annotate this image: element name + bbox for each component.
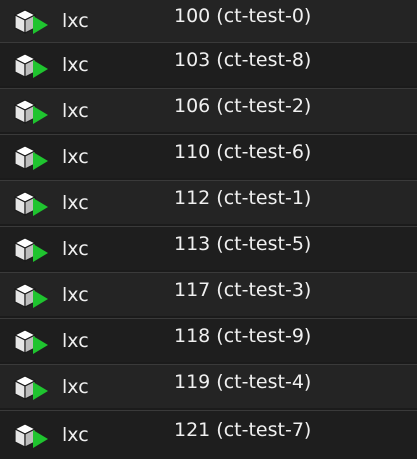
container-running-icon: [13, 9, 48, 34]
container-name: 121 (ct-test-7): [174, 419, 312, 441]
type-label: lxc: [62, 238, 89, 260]
type-label: lxc: [62, 146, 89, 168]
container-name: 112 (ct-test-1): [174, 187, 312, 209]
container-list: lxc 100 (ct-test-0) lxc 103 (ct-test-8) …: [0, 0, 417, 459]
container-row-112[interactable]: lxc 112 (ct-test-1): [0, 180, 417, 224]
container-row-100[interactable]: lxc 100 (ct-test-0): [0, 0, 417, 42]
container-name: 113 (ct-test-5): [174, 233, 312, 255]
container-running-icon: [13, 423, 48, 448]
type-label: lxc: [62, 54, 89, 76]
type-label: lxc: [62, 284, 89, 306]
container-running-icon: [13, 329, 48, 354]
container-name: 119 (ct-test-4): [174, 371, 312, 393]
container-running-icon: [13, 145, 48, 170]
container-row-118[interactable]: lxc 118 (ct-test-9): [0, 318, 417, 362]
container-name: 100 (ct-test-0): [174, 5, 312, 27]
container-row-106[interactable]: lxc 106 (ct-test-2): [0, 88, 417, 132]
type-label: lxc: [62, 424, 89, 446]
container-name: 106 (ct-test-2): [174, 95, 312, 117]
container-running-icon: [13, 375, 48, 400]
container-running-icon: [13, 191, 48, 216]
container-name: 118 (ct-test-9): [174, 325, 312, 347]
container-running-icon: [13, 283, 48, 308]
container-name: 110 (ct-test-6): [174, 141, 312, 163]
type-label: lxc: [62, 100, 89, 122]
type-label: lxc: [62, 330, 89, 352]
container-row-110[interactable]: lxc 110 (ct-test-6): [0, 134, 417, 178]
container-name: 117 (ct-test-3): [174, 279, 312, 301]
container-row-117[interactable]: lxc 117 (ct-test-3): [0, 272, 417, 316]
container-row-113[interactable]: lxc 113 (ct-test-5): [0, 226, 417, 270]
type-label: lxc: [62, 376, 89, 398]
container-running-icon: [13, 99, 48, 124]
container-name: 103 (ct-test-8): [174, 49, 312, 71]
container-running-icon: [13, 53, 48, 78]
container-row-121[interactable]: lxc 121 (ct-test-7): [0, 410, 417, 459]
type-label: lxc: [62, 192, 89, 214]
container-row-119[interactable]: lxc 119 (ct-test-4): [0, 364, 417, 408]
type-label: lxc: [62, 10, 89, 32]
container-row-103[interactable]: lxc 103 (ct-test-8): [0, 42, 417, 86]
container-running-icon: [13, 237, 48, 262]
